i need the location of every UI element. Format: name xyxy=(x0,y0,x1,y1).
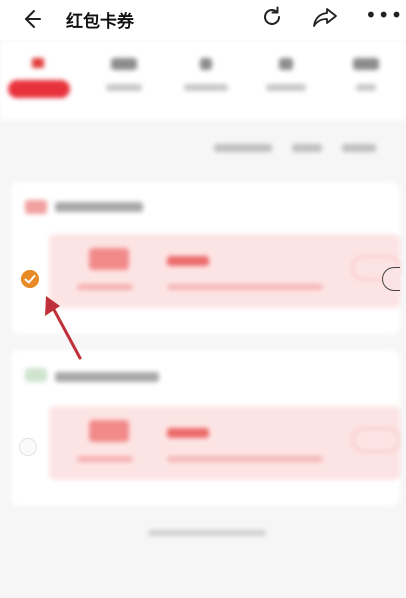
shop-name xyxy=(55,202,143,212)
shop-name xyxy=(55,372,159,382)
coupon-condition xyxy=(77,456,133,462)
use-coupon-button[interactable] xyxy=(352,428,400,452)
selected-check-icon[interactable] xyxy=(21,270,39,288)
tab-item[interactable] xyxy=(256,58,316,91)
category-tabs xyxy=(0,40,406,120)
tab-item[interactable] xyxy=(176,58,236,91)
tab-item[interactable] xyxy=(8,58,70,98)
filter-chip[interactable] xyxy=(292,144,322,152)
coupon-ticket[interactable] xyxy=(49,406,400,480)
coupon-description xyxy=(167,284,323,290)
coupon-ticket[interactable] xyxy=(49,234,400,308)
filter-chip[interactable] xyxy=(214,144,272,152)
filter-chip[interactable] xyxy=(342,144,376,152)
coupon-page-body xyxy=(0,40,406,598)
coupon-amount xyxy=(89,420,129,442)
coupon-description xyxy=(167,456,323,462)
unselected-radio[interactable] xyxy=(19,438,37,456)
coupon-card xyxy=(11,350,400,506)
more-icon[interactable]: ••• xyxy=(365,4,403,26)
coupon-title xyxy=(167,256,209,266)
coupon-title xyxy=(167,428,209,438)
list-end-hint xyxy=(148,530,266,536)
coupon-amount xyxy=(89,248,129,270)
coupon-edge-notch xyxy=(382,267,400,291)
coupon-condition xyxy=(77,284,133,290)
top-bar: 红包卡券 ••• xyxy=(0,0,406,40)
tab-item[interactable] xyxy=(94,58,154,91)
shop-logo xyxy=(25,200,47,214)
shop-logo xyxy=(25,368,47,382)
refresh-icon[interactable] xyxy=(260,5,284,29)
share-icon[interactable] xyxy=(312,5,338,29)
page-title: 红包卡券 xyxy=(66,12,134,32)
tab-item[interactable] xyxy=(336,58,396,91)
back-arrow-icon[interactable] xyxy=(20,8,42,30)
coupon-card xyxy=(11,182,400,334)
